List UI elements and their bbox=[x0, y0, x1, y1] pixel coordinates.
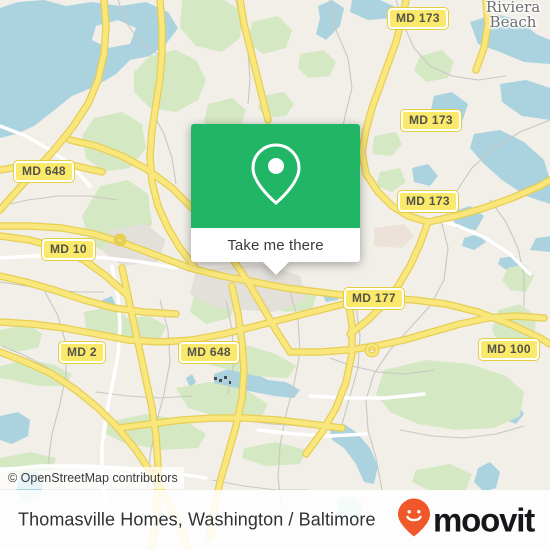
map-pin-icon bbox=[250, 141, 302, 212]
road-shield-md-648-west[interactable]: MD 648 bbox=[13, 160, 75, 183]
road-shield-md-648-south[interactable]: MD 648 bbox=[178, 341, 240, 364]
road-shield-md-173-mid[interactable]: MD 173 bbox=[400, 109, 462, 132]
take-me-there-button[interactable]: Take me there bbox=[191, 228, 360, 262]
road-shield-md-10[interactable]: MD 10 bbox=[41, 238, 96, 261]
road-shield-md-100[interactable]: MD 100 bbox=[478, 338, 540, 361]
moovit-smiling-pin-icon bbox=[397, 498, 431, 543]
popup-pointer bbox=[262, 262, 289, 275]
osm-attribution[interactable]: © OpenStreetMap contributors bbox=[0, 467, 184, 489]
location-popup-card[interactable]: Take me there bbox=[191, 124, 360, 275]
bottom-bar: Thomasville Homes, Washington / Baltimor… bbox=[0, 490, 550, 550]
take-me-there-label: Take me there bbox=[227, 236, 324, 254]
location-title: Thomasville Homes, Washington / Baltimor… bbox=[18, 509, 376, 530]
road-shield-md-173-south[interactable]: MD 173 bbox=[397, 190, 459, 213]
road-shield-md-2[interactable]: MD 2 bbox=[58, 341, 106, 364]
popup-header bbox=[191, 124, 360, 228]
road-shield-md-173-north[interactable]: MD 173 bbox=[387, 7, 449, 30]
road-shield-md-177[interactable]: MD 177 bbox=[343, 287, 405, 310]
screenshot-root: Riviera Beach MD 173 MD 173 MD 173 MD 64… bbox=[0, 0, 550, 550]
moovit-wordmark: moovit bbox=[433, 501, 535, 539]
moovit-logo[interactable]: moovit bbox=[397, 498, 535, 543]
